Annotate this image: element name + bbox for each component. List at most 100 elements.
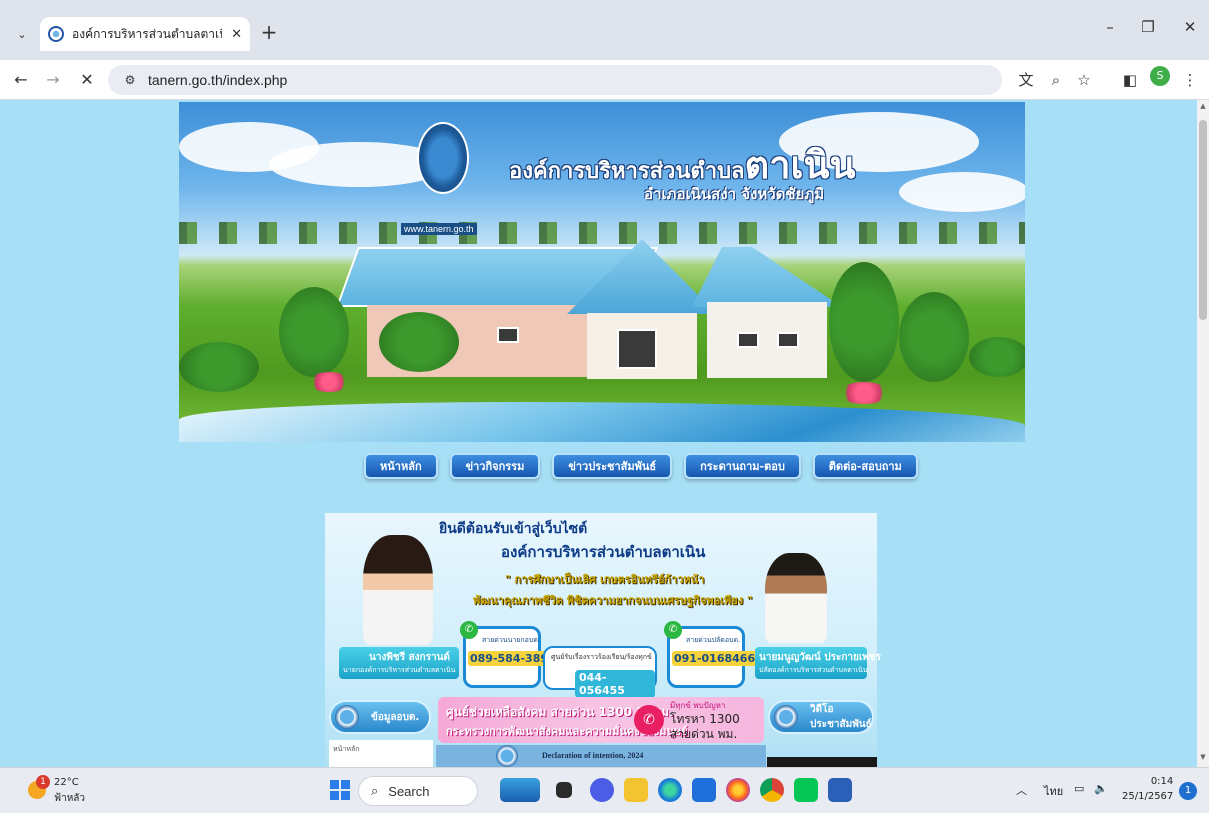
bookmark-star-icon[interactable]: ☆ xyxy=(1072,68,1096,92)
minimize-button[interactable]: – xyxy=(1098,18,1122,36)
org-title-prefix: องค์การบริหารส่วนตำบล xyxy=(509,159,745,184)
page-scrollbar[interactable]: ▲ ▼ xyxy=(1197,100,1209,767)
windows-taskbar: 1 22°C ฟ้าหลัว ⌕ Search ︿ ไทย ▭ 🔈 0:14 2… xyxy=(0,767,1209,813)
social-hotline-banner[interactable]: ศูนย์ช่วยเหลือสังคม สายด่วน 1300 24ชม. ก… xyxy=(438,697,764,743)
window xyxy=(777,332,799,348)
scroll-up-arrow-icon[interactable]: ▲ xyxy=(1197,102,1209,110)
stop-loading-icon[interactable]: ✕ xyxy=(74,67,100,93)
mayor-name-plate: นางพิชรี สงกรานต์ นายกองค์การบริหารส่วนต… xyxy=(339,647,459,679)
url-text[interactable]: tanern.go.th/index.php xyxy=(148,72,287,88)
web-page: www.tanern.go.th องค์การบริหารส่วนตำบลตา… xyxy=(0,100,1197,767)
header-banner: www.tanern.go.th องค์การบริหารส่วนตำบลตา… xyxy=(179,102,1025,442)
tab-search-menu-button[interactable]: ⌄ xyxy=(10,22,34,46)
clock-date: 25/1/2567 xyxy=(1122,791,1174,802)
tree xyxy=(829,262,899,382)
roof xyxy=(692,247,842,307)
site-info-icon[interactable]: ⚙ xyxy=(120,71,140,89)
deputy-hotline-caption: สายด่วนปลัดอบต. xyxy=(686,636,741,644)
profile-avatar[interactable]: S xyxy=(1150,66,1170,86)
zoom-icon[interactable]: ⌕ xyxy=(1044,68,1068,92)
file-explorer-icon[interactable] xyxy=(624,778,648,802)
deputy-hotline-card[interactable]: ✆ สายด่วนปลัดอบต. 091-0168466 xyxy=(664,621,758,688)
back-arrow-icon[interactable]: ← xyxy=(8,67,34,93)
scroll-down-arrow-icon[interactable]: ▼ xyxy=(1197,753,1209,761)
input-language[interactable]: ไทย xyxy=(1044,782,1063,800)
mayor-role: นายกองค์การบริหารส่วนตำบลตาเนิน xyxy=(343,666,456,674)
nav-home[interactable]: หน้าหลัก xyxy=(364,453,438,479)
chat-icon[interactable] xyxy=(590,778,614,802)
address-bar[interactable]: ⚙ tanern.go.th/index.php xyxy=(108,65,1002,95)
declaration-title: Declaration of intention, 2024 xyxy=(542,751,644,760)
entrance xyxy=(617,329,657,369)
network-icon[interactable]: ▭ xyxy=(1074,782,1084,795)
search-icon: ⌕ xyxy=(371,783,379,799)
weather-badge: 1 xyxy=(36,775,50,789)
translate-icon[interactable]: 文 xyxy=(1014,68,1038,92)
line-app-icon[interactable] xyxy=(794,778,818,802)
mini-page-thumbnail[interactable]: หน้าหลัก xyxy=(329,740,433,767)
declaration-banner[interactable]: Declaration of intention, 2024 xyxy=(436,745,766,767)
forward-arrow-icon[interactable]: → xyxy=(40,67,66,93)
scroll-thumb[interactable] xyxy=(1199,120,1207,320)
start-windows-icon[interactable] xyxy=(330,780,350,800)
org-seal-icon xyxy=(496,745,518,767)
close-window-button[interactable]: ✕ xyxy=(1178,18,1202,36)
mayor-hotline-caption: สายด่วนนายกอบต. xyxy=(482,636,541,644)
mayor-hotline-card[interactable]: ✆ สายด่วนนายกอบต. 089-584-3897 xyxy=(460,621,558,688)
deputy-name-plate: นายมนูญวัฒน์ ประกายเพชร ปลัดองค์การบริหา… xyxy=(755,647,881,679)
pr-video-button[interactable]: วิดีโอประชาสัมพันธ์ xyxy=(768,700,874,734)
tree xyxy=(379,312,459,372)
volume-muted-icon[interactable]: 🔈 xyxy=(1094,782,1108,795)
chrome-icon[interactable] xyxy=(760,778,784,802)
tree xyxy=(899,292,969,382)
restore-button[interactable]: ❐ xyxy=(1136,18,1160,36)
side-panel-icon[interactable]: ◧ xyxy=(1118,68,1142,92)
cloud-shape xyxy=(899,172,1025,212)
nav-activity-news[interactable]: ข่าวกิจกรรม xyxy=(449,453,541,479)
tree xyxy=(279,287,349,377)
hotline-right-3: สายด่วน พม. xyxy=(670,727,738,741)
nav-announcements[interactable]: ข่าวประชาสัมพันธ์ xyxy=(552,453,673,479)
weather-temperature: 22°C xyxy=(54,777,79,788)
taskbar-search[interactable]: ⌕ Search xyxy=(358,776,478,806)
org-seal-icon xyxy=(335,705,359,729)
motto-line-2: พัฒนาคุณภาพชีวิต พิชิตความยากจนบนเศรษฐกิ… xyxy=(473,594,753,607)
wall xyxy=(707,302,827,378)
task-view-icon[interactable] xyxy=(556,782,572,798)
new-tab-button[interactable]: + xyxy=(256,20,282,44)
banner-site-url: www.tanern.go.th xyxy=(401,223,477,235)
firefox-icon[interactable] xyxy=(726,778,750,802)
tray-overflow-chevron-icon[interactable]: ︿ xyxy=(1016,782,1027,798)
obt-info-label: ข้อมูลอบต. xyxy=(371,711,420,723)
store-icon[interactable] xyxy=(692,778,716,802)
tab-close-icon[interactable]: ✕ xyxy=(231,27,242,42)
edge-browser-icon[interactable] xyxy=(658,778,682,802)
menu-kebab-icon[interactable]: ⋮ xyxy=(1178,68,1202,92)
deputy-name: นายมนูญวัฒน์ ประกายเพชร xyxy=(759,652,882,663)
deputy-hotline-number: 091-0168466 xyxy=(672,651,758,666)
tab-title: องค์การบริหารส่วนตำบลตาเนิน อำเภ xyxy=(72,26,222,41)
org-title-name: ตาเนิน xyxy=(744,143,856,187)
notification-badge[interactable]: 1 xyxy=(1179,782,1197,800)
complaint-center-number: 044-056455 xyxy=(575,670,655,698)
mayor-name: นางพิชรี สงกรานต์ xyxy=(369,652,450,663)
system-clock[interactable]: 0:14 25/1/2567 xyxy=(1122,774,1173,804)
window xyxy=(737,332,759,348)
video-thumbnail[interactable] xyxy=(767,757,877,767)
deputy-photo xyxy=(765,553,827,643)
browser-toolbar: ← → ✕ ⚙ tanern.go.th/index.php 文 ⌕ ☆ ◧ ⋮ xyxy=(0,60,1209,100)
complaint-center-caption: ศูนย์รับเรื่องราวร้องเรียน/ร้องทุกข์ xyxy=(551,653,652,661)
word-icon[interactable] xyxy=(828,778,852,802)
welcome-heading: ยินดีต้อนรับเข้าสู่เว็บไซต์ xyxy=(439,521,588,537)
complaint-center-card[interactable]: ศูนย์รับเรื่องราวร้องเรียน/ร้องทุกข์ 044… xyxy=(543,646,657,698)
obt-info-button[interactable]: ข้อมูลอบต. xyxy=(329,700,431,734)
tab-strip: ⌄ องค์การบริหารส่วนตำบลตาเนิน อำเภ ✕ + –… xyxy=(0,0,1209,60)
nav-qa-board[interactable]: กระดานถาม-ตอบ xyxy=(684,453,801,479)
welcome-org-name: องค์การบริหารส่วนตำบลตาเนิน xyxy=(501,543,706,561)
nav-contact[interactable]: ติดต่อ-สอบถาม xyxy=(812,453,918,479)
active-tab[interactable]: องค์การบริหารส่วนตำบลตาเนิน อำเภ ✕ xyxy=(40,17,250,51)
shrub xyxy=(969,337,1025,377)
whatsapp-icon: ✆ xyxy=(460,621,478,639)
widgets-car-icon[interactable] xyxy=(500,778,540,802)
phone-icon: ✆ xyxy=(634,705,664,735)
